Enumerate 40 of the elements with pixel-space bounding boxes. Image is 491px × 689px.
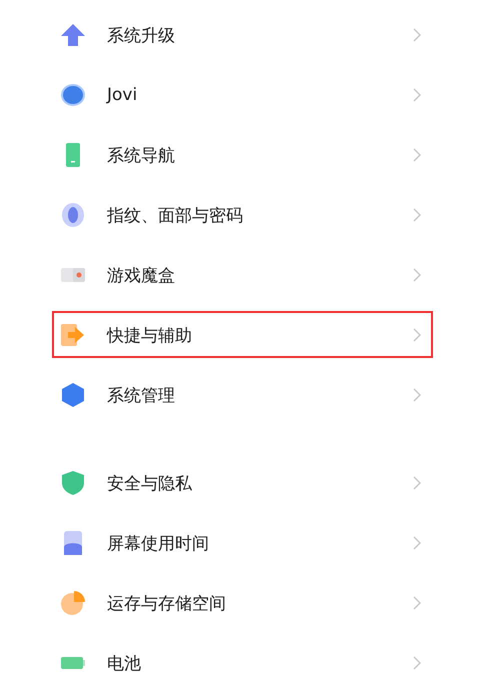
chevron-icon <box>413 656 421 670</box>
chevron-icon <box>413 328 421 342</box>
chevron-icon <box>413 268 421 282</box>
settings-item[interactable]: 屏幕使用时间 <box>0 513 491 573</box>
settings-item[interactable]: 快捷与辅助 <box>0 305 491 365</box>
item-label: 指纹、面部与密码 <box>107 204 244 226</box>
arrow-up-icon <box>60 22 86 48</box>
settings-item[interactable]: Jovi <box>0 65 491 125</box>
chevron-icon <box>413 388 421 402</box>
chevron-icon <box>413 28 421 42</box>
settings-item[interactable]: 系统导航 <box>0 125 491 185</box>
chevron-icon <box>413 148 421 162</box>
item-label: 快捷与辅助 <box>107 324 193 346</box>
settings-item[interactable]: 电池 <box>0 633 491 689</box>
chevron-icon <box>413 88 421 102</box>
item-label: 系统导航 <box>107 144 176 166</box>
item-label: 电池 <box>107 652 142 674</box>
pie-icon <box>60 590 86 616</box>
settings-item[interactable]: 系统升级 <box>0 5 491 65</box>
chevron-icon <box>413 476 421 490</box>
settings-item[interactable]: 指纹、面部与密码 <box>0 185 491 245</box>
chevron-icon <box>413 536 421 550</box>
item-label: 屏幕使用时间 <box>107 532 210 554</box>
item-label: 系统升级 <box>107 24 176 46</box>
item-label: 系统管理 <box>107 384 176 406</box>
hexagon-icon <box>60 382 86 408</box>
item-label: 安全与隐私 <box>107 472 193 494</box>
settings-item[interactable]: 系统管理 <box>0 365 491 425</box>
settings-item[interactable]: 安全与隐私 <box>0 453 491 513</box>
settings-item[interactable]: 游戏魔盒 <box>0 245 491 305</box>
chevron-icon <box>413 208 421 222</box>
arrow-right-icon <box>60 322 86 348</box>
blob-icon <box>60 82 86 108</box>
item-label: Jovi <box>107 85 138 105</box>
oval-icon <box>60 202 86 228</box>
item-label: 游戏魔盒 <box>107 264 176 286</box>
item-label: 运存与存储空间 <box>107 592 227 614</box>
shield-icon <box>60 470 86 496</box>
settings-item[interactable]: 运存与存储空间 <box>0 573 491 633</box>
chevron-icon <box>413 596 421 610</box>
